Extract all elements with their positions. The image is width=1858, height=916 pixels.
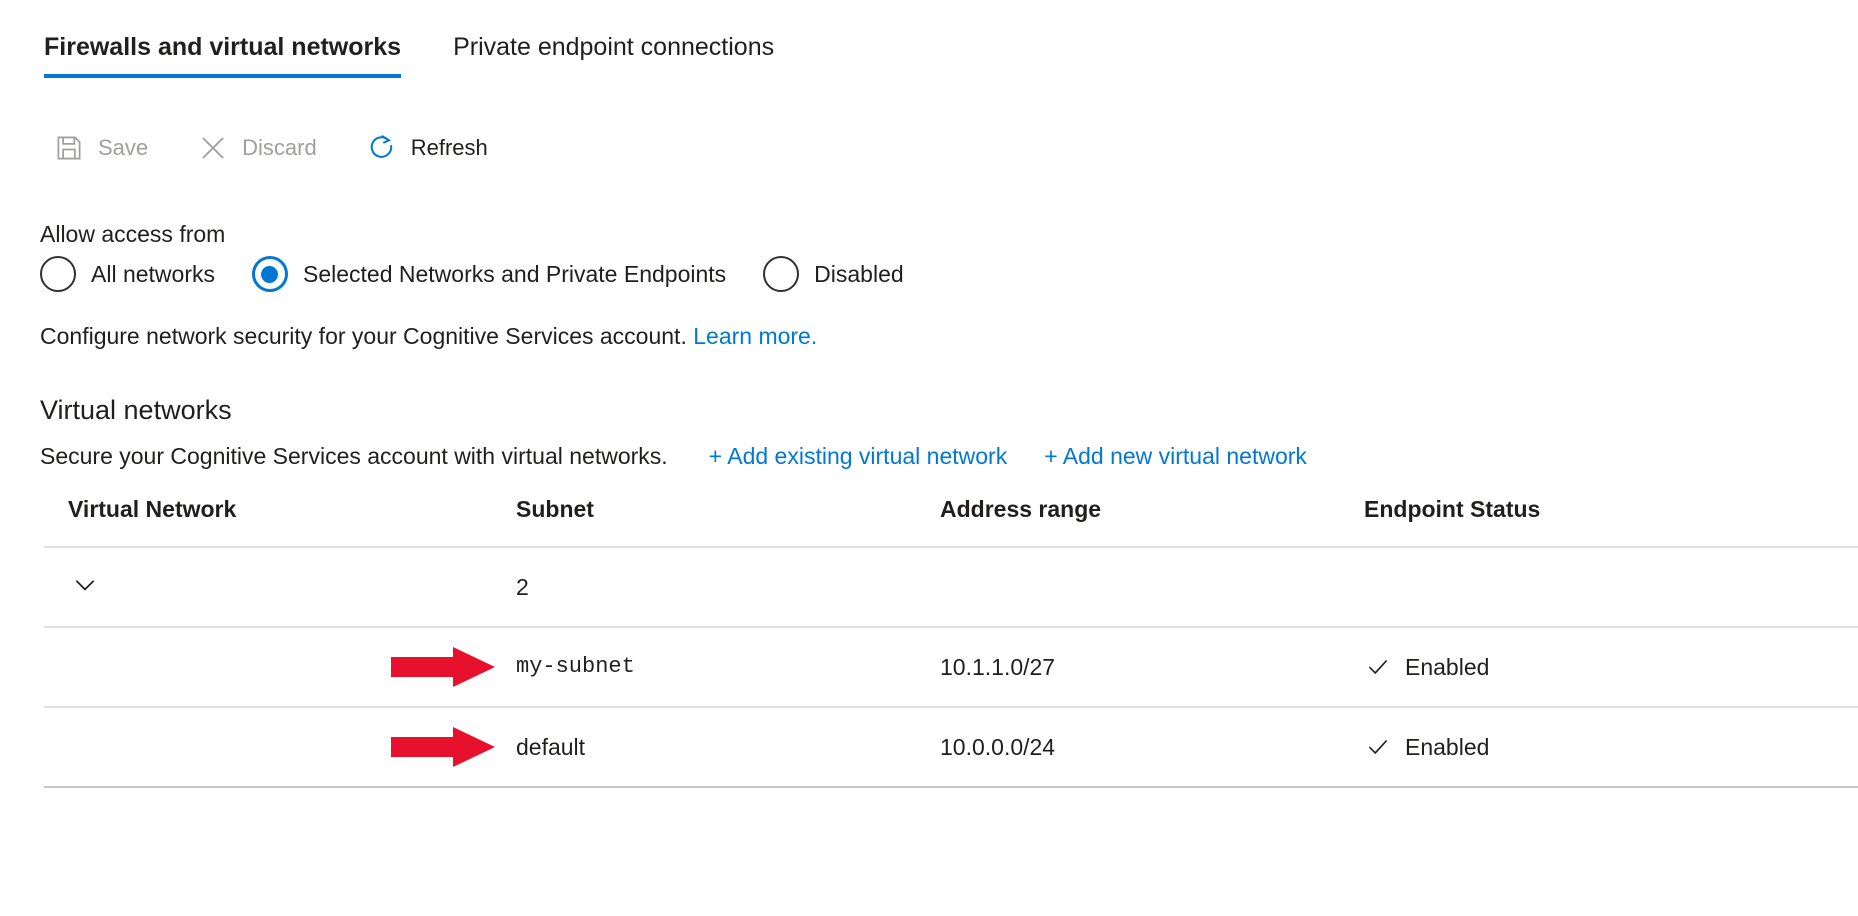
radio-circle-selected-icon — [252, 256, 288, 292]
refresh-button-label: Refresh — [411, 133, 488, 163]
allow-access-from-label: Allow access from — [40, 218, 225, 250]
cell-address-range: 10.0.0.0/24 — [940, 707, 1364, 787]
column-header-endpoint-status: Endpoint Status — [1364, 494, 1858, 547]
refresh-icon — [365, 131, 399, 165]
status-label: Enabled — [1405, 652, 1489, 682]
table-body: 2 my-subnet 10.1.1.0/27 — [44, 547, 1858, 787]
cell-subnet: default — [516, 707, 940, 787]
table-header-row: Virtual Network Subnet Address range End… — [44, 494, 1858, 547]
cell-subnet: my-subnet — [516, 627, 940, 707]
save-button-label: Save — [98, 133, 148, 163]
virtual-networks-subheader: Secure your Cognitive Services account w… — [40, 440, 1307, 472]
network-security-description: Configure network security for your Cogn… — [40, 320, 817, 352]
add-existing-virtual-network-link[interactable]: + Add existing virtual network — [709, 440, 1008, 472]
discard-button-label: Discard — [242, 133, 317, 163]
radio-label: Disabled — [814, 259, 904, 289]
column-header-address-range: Address range — [940, 494, 1364, 547]
table-row[interactable]: default 10.0.0.0/24 Enabled — [44, 707, 1858, 787]
table-row[interactable]: 2 — [44, 547, 1858, 627]
discard-button[interactable]: Discard — [192, 127, 335, 169]
column-header-subnet: Subnet — [516, 494, 940, 547]
virtual-networks-table: Virtual Network Subnet Address range End… — [44, 494, 1858, 788]
subnet-name: default — [516, 732, 585, 762]
radio-selected-networks-and-private-endpoints[interactable]: Selected Networks and Private Endpoints — [252, 256, 726, 292]
network-security-description-text: Configure network security for your Cogn… — [40, 323, 687, 349]
cell-endpoint-status: Enabled — [1364, 707, 1858, 787]
cell-endpoint-status — [1364, 547, 1858, 627]
virtual-networks-heading: Virtual networks — [40, 392, 232, 428]
radio-label: All networks — [91, 259, 215, 289]
tab-private-endpoint-connections[interactable]: Private endpoint connections — [453, 30, 774, 78]
radio-circle-icon — [763, 256, 799, 292]
status-label: Enabled — [1405, 732, 1489, 762]
save-button[interactable]: Save — [48, 127, 166, 169]
add-new-virtual-network-link[interactable]: + Add new virtual network — [1044, 440, 1307, 472]
learn-more-link[interactable]: Learn more. — [693, 323, 817, 349]
chevron-down-icon[interactable] — [68, 568, 102, 602]
subnet-name: my-subnet — [516, 652, 635, 682]
cell-address-range: 10.1.1.0/27 — [940, 627, 1364, 707]
check-icon — [1364, 733, 1392, 761]
cell-virtual-network — [44, 707, 516, 787]
cell-virtual-network — [44, 627, 516, 707]
close-icon — [196, 131, 230, 165]
tab-firewalls-and-virtual-networks[interactable]: Firewalls and virtual networks — [44, 30, 401, 78]
cell-address-range — [940, 547, 1364, 627]
cell-endpoint-status: Enabled — [1364, 627, 1858, 707]
cell-subnet: 2 — [516, 547, 940, 627]
table-row[interactable]: my-subnet 10.1.1.0/27 Enabled — [44, 627, 1858, 707]
save-icon — [52, 131, 86, 165]
radio-all-networks[interactable]: All networks — [40, 256, 215, 292]
column-header-virtual-network: Virtual Network — [44, 494, 516, 547]
refresh-button[interactable]: Refresh — [361, 127, 506, 169]
radio-circle-icon — [40, 256, 76, 292]
table-header: Virtual Network Subnet Address range End… — [44, 494, 1858, 547]
command-bar: Save Discard Refresh — [48, 127, 506, 169]
check-icon — [1364, 653, 1392, 681]
tab-label: Firewalls and virtual networks — [44, 33, 401, 61]
radio-label: Selected Networks and Private Endpoints — [303, 259, 726, 289]
tab-bar: Firewalls and virtual networks Private e… — [44, 30, 774, 78]
allow-access-radio-group: All networks Selected Networks and Priva… — [40, 256, 904, 292]
virtual-networks-description: Secure your Cognitive Services account w… — [40, 440, 668, 472]
tab-label: Private endpoint connections — [453, 33, 774, 61]
cell-virtual-network — [44, 547, 516, 627]
radio-disabled[interactable]: Disabled — [763, 256, 904, 292]
